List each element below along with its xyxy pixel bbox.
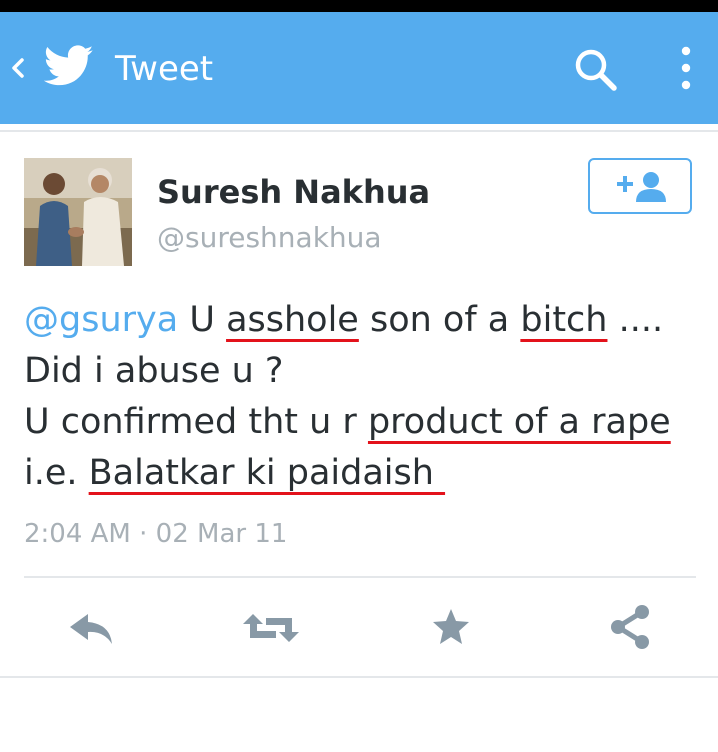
underlined-word: asshole (226, 300, 359, 340)
status-bar (0, 0, 718, 12)
underlined-phrase: Balatkar ki paidaish (88, 453, 446, 493)
tweet-line: @gsurya U asshole son of a bitch .... (24, 295, 704, 346)
twitter-bird-icon (44, 45, 94, 86)
divider (0, 130, 718, 132)
retweet-button[interactable] (242, 600, 302, 656)
tweet-line: i.e. Balatkar ki paidaish (24, 448, 704, 499)
tweet-line: U confirmed tht u r product of a rape (24, 397, 704, 448)
back-button[interactable] (8, 42, 28, 94)
page-title: Tweet (115, 49, 214, 89)
underlined-word: bitch (520, 300, 608, 340)
retweet-icon (243, 614, 299, 642)
add-user-icon (617, 172, 666, 202)
back-icon (12, 58, 24, 78)
divider (0, 676, 718, 678)
reply-button[interactable] (66, 600, 126, 656)
tweet-timestamp: 2:04 AM · 02 Mar 11 (24, 519, 288, 549)
search-icon (575, 49, 617, 91)
follow-button[interactable] (588, 158, 692, 214)
mention-link[interactable]: @gsurya (24, 300, 178, 340)
underlined-phrase: product of a rape (367, 402, 671, 442)
reply-icon (70, 614, 112, 644)
tweet-text-segment: U (178, 300, 227, 340)
divider (24, 576, 696, 578)
star-icon (433, 609, 469, 644)
tweet-text-segment: son of a (358, 300, 521, 340)
user-name[interactable]: Suresh Nakhua (157, 172, 430, 212)
tweet-text-segment: i.e. (24, 453, 89, 493)
overflow-menu-button[interactable] (672, 44, 700, 96)
overflow-menu-icon (681, 46, 691, 90)
tweet-text: @gsurya U asshole son of a bitch .... Di… (24, 295, 704, 499)
search-button[interactable] (570, 44, 622, 96)
user-handle[interactable]: @sureshnakhua (157, 220, 382, 256)
favorite-button[interactable] (430, 600, 490, 656)
tweet-text-segment: .... (607, 300, 664, 340)
tweet-text-segment: Did i abuse u ? (24, 351, 284, 391)
tweet-text-segment: U confirmed tht u r (24, 402, 368, 442)
share-button[interactable] (608, 600, 668, 656)
app-bar: Tweet (0, 12, 718, 124)
share-icon (611, 605, 649, 649)
tweet-line: Did i abuse u ? (24, 346, 704, 397)
avatar[interactable] (24, 158, 132, 266)
